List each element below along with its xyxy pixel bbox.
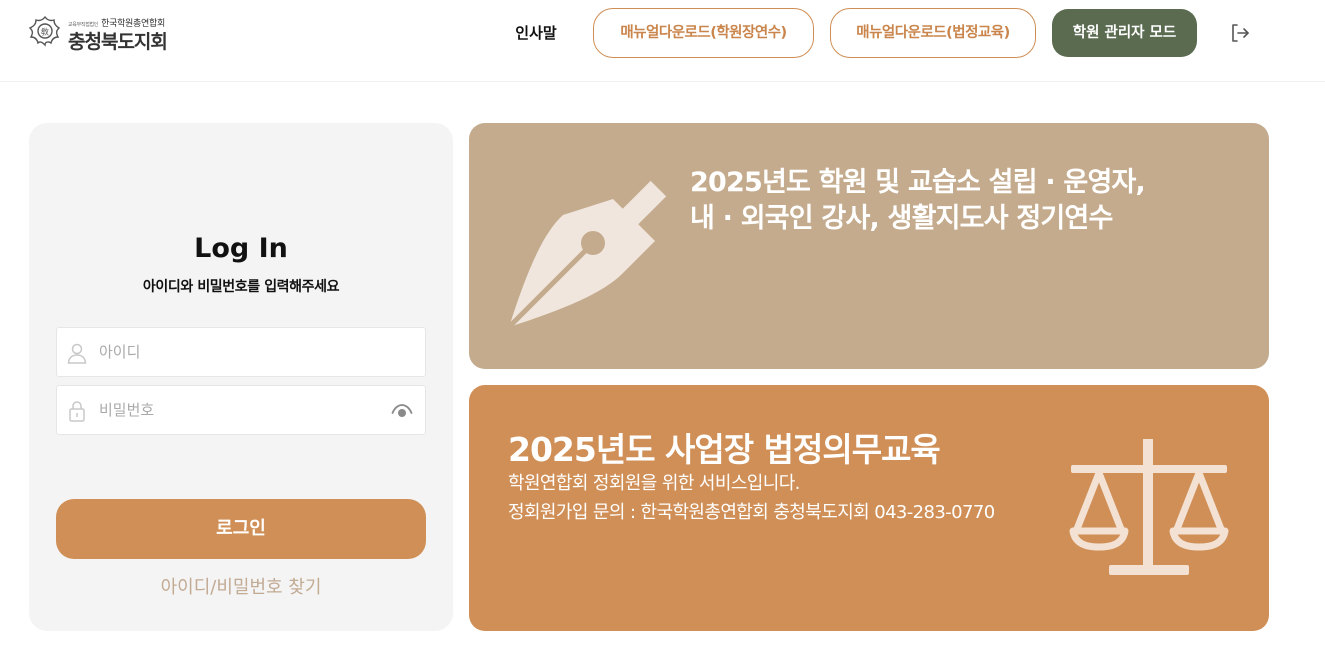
login-panel: Log In 아이디와 비밀번호를 입력해주세요 로그인 아이디/비밀번호 찾기 [29,123,453,631]
username-field[interactable] [56,327,426,377]
svg-text:敎: 敎 [41,27,49,37]
eye-icon[interactable] [391,401,413,421]
site-logo[interactable]: 敎 교육부직접법인 한국학원총연합회 충청북도지회 [28,14,178,54]
password-field[interactable] [56,385,426,435]
training-banner-title-line1: 2025년도 학원 및 교습소 설립 · 운영자, [690,167,1146,198]
login-title: Log In [194,233,288,264]
fountain-pen-icon [508,180,667,328]
membership-inquiry-text: 정회원가입 문의 : 한국학원총연합회 충청북도지회 043-283-0770 [508,502,995,523]
login-subtitle: 아이디와 비밀번호를 입력해주세요 [142,279,340,295]
scale-icon [1069,439,1229,575]
lock-icon [69,401,85,422]
manual-download-academy-button[interactable]: 매뉴얼다운로드(학원장연수) [593,8,814,58]
legal-education-title: 2025년도 사업장 법정의무교육 [508,430,941,469]
nav-greeting-link[interactable]: 인사말 [498,21,574,45]
manual-download-legal-button[interactable]: 매뉴얼다운로드(법정교육) [830,8,1036,58]
academy-emblem-icon: 敎 [28,15,61,47]
regular-training-banner[interactable]: 2025년도 학원 및 교습소 설립 · 운영자, 내 · 외국인 강사, 생활… [469,123,1269,369]
training-banner-title-line2: 내 · 외국인 강사, 생활지도사 정기연수 [690,203,1113,234]
legal-education-description: 학원연합회 정회원을 위한 서비스입니다. [508,473,800,494]
training-banner-title: 2025년도 학원 및 교습소 설립 · 운영자, 내 · 외국인 강사, 생활… [690,165,1146,237]
site-header: 敎 교육부직접법인 한국학원총연합회 충청북도지회 인사말 매뉴얼다운로드(학원장… [0,0,1325,82]
logout-icon[interactable] [1228,21,1252,45]
find-id-password-link[interactable]: 아이디/비밀번호 찾기 [29,573,453,599]
admin-mode-button[interactable]: 학원 관리자 모드 [1052,9,1197,57]
username-input[interactable] [99,328,379,376]
login-button[interactable]: 로그인 [56,499,426,559]
user-icon [67,343,87,364]
legal-education-banner[interactable]: 2025년도 사업장 법정의무교육 학원연합회 정회원을 위한 서비스입니다. … [469,385,1269,631]
password-input[interactable] [99,386,379,434]
logo-branch-name: 충청북도지회 [68,31,168,53]
